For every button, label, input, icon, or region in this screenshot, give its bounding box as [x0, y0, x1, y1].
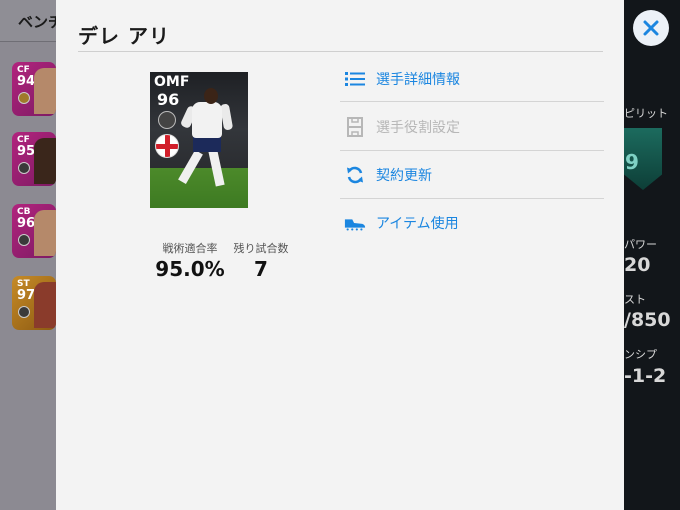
- player-figure: [192, 102, 222, 138]
- badge-icon: [158, 111, 176, 129]
- card-rating: 96: [17, 216, 36, 231]
- bench-card: CF 95: [12, 132, 56, 186]
- divider: [340, 101, 604, 102]
- player-action-modal: デレ アリ OMF 96 戦術適合率 95.0% 残り試合数 7 選手詳細情報 …: [56, 0, 624, 510]
- card-rating: 94: [17, 74, 36, 89]
- card-pitch: [150, 168, 248, 208]
- menu-label: 契約更新: [376, 168, 432, 184]
- menu-label: アイテム使用: [376, 216, 459, 232]
- remaining-matches-label: 残り試合数: [233, 242, 289, 255]
- info-text: ピリット: [624, 107, 668, 120]
- bench-card: ST 97: [12, 276, 56, 330]
- player-card[interactable]: OMF 96: [150, 72, 248, 208]
- info-text: スト: [624, 293, 646, 306]
- card-position: OMF: [154, 74, 190, 90]
- info-value: /850: [624, 309, 671, 331]
- info-text: ンシプ: [624, 348, 657, 361]
- remaining-matches-value: 7: [254, 257, 268, 281]
- player-face: [34, 138, 56, 184]
- divider: [78, 51, 603, 52]
- badge-icon: [18, 234, 30, 246]
- menu-label: 選手役割設定: [376, 120, 460, 136]
- player-face: [34, 210, 56, 256]
- player-face: [34, 68, 56, 114]
- info-value: 20: [624, 254, 651, 276]
- menu-contract-renewal[interactable]: 契約更新: [340, 151, 604, 199]
- player-figure: [193, 136, 221, 152]
- bench-card: CF 94: [12, 62, 56, 116]
- menu-label: 選手詳細情報: [376, 72, 460, 88]
- bench-card: CB 96: [12, 204, 56, 258]
- player-name: デレ アリ: [78, 24, 170, 48]
- badge-icon: [18, 92, 30, 104]
- list-icon: [344, 68, 366, 90]
- menu-player-details[interactable]: 選手詳細情報: [340, 55, 604, 103]
- formation-icon: [344, 116, 366, 138]
- menu-player-role[interactable]: 選手役割設定: [340, 103, 604, 151]
- close-icon: [643, 20, 659, 36]
- card-rating: 96: [157, 90, 180, 109]
- england-flag-icon: [155, 134, 179, 158]
- info-text: パワー: [624, 238, 657, 251]
- player-face: [34, 282, 56, 328]
- menu-use-item[interactable]: アイテム使用: [340, 199, 604, 247]
- info-value: -1-2: [624, 365, 667, 387]
- card-rating: 95: [17, 144, 36, 159]
- refresh-icon: [344, 164, 366, 186]
- player-figure: [204, 88, 218, 104]
- close-button[interactable]: [633, 10, 669, 46]
- shield-value: 9: [625, 150, 639, 174]
- card-rating: 97: [17, 288, 36, 303]
- badge-icon: [18, 162, 30, 174]
- boot-icon: [344, 212, 366, 234]
- badge-icon: [18, 306, 30, 318]
